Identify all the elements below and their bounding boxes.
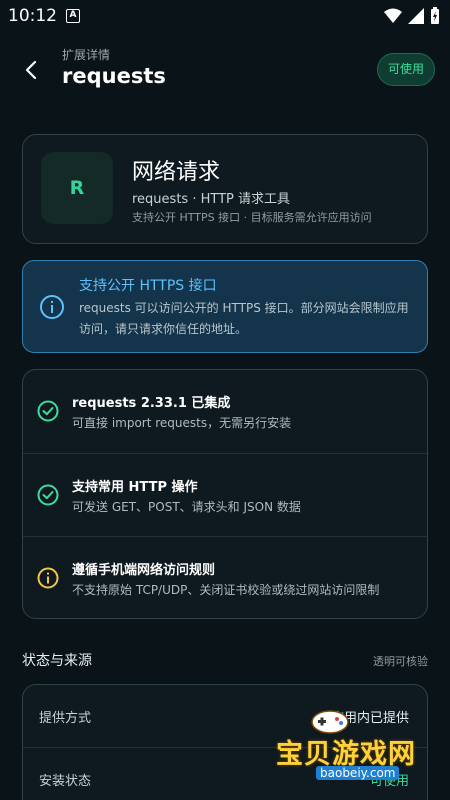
watermark-url: baobeiy.com: [316, 766, 400, 780]
feature-title: requests 2.33.1 已集成: [72, 396, 231, 411]
app-name: 网络请求: [132, 160, 221, 185]
row-label: 安装状态: [39, 774, 92, 789]
feature-title: 支持常用 HTTP 操作: [72, 480, 198, 495]
info-title: 支持公开 HTTPS 接口: [79, 278, 217, 294]
battery-icon: [431, 7, 439, 24]
info-text: requests 可以访问公开的 HTTPS 接口。部分网站会限制应用访问，请只…: [79, 301, 409, 336]
page-title: requests: [62, 64, 166, 88]
app-subtitle: requests · HTTP 请求工具: [132, 192, 290, 207]
info-circle-icon: [40, 295, 64, 319]
section-title: 状态与来源: [22, 653, 92, 669]
feature-description: 可直接 import requests，无需另行安装: [72, 416, 292, 430]
feature-list: requests 2.33.1 已集成 可直接 import requests，…: [22, 369, 428, 619]
info-banner: 支持公开 HTTPS 接口 requests 可以访问公开的 HTTPS 接口。…: [22, 260, 428, 353]
row-label: 提供方式: [39, 711, 92, 726]
check-circle-icon: [37, 400, 59, 422]
app-description: 支持公开 HTTPS 接口 · 目标服务需允许应用访问: [132, 211, 372, 224]
feature-description: 可发送 GET、POST、请求头和 JSON 数据: [72, 500, 301, 514]
status-icons: [384, 7, 440, 25]
section-note: 透明可核验: [373, 655, 428, 668]
signal-icon: [408, 8, 424, 24]
wifi-icon: [384, 8, 402, 23]
status-bar: 10:12 A: [0, 0, 450, 34]
chevron-left-icon: [25, 60, 37, 80]
feature-title: 遵循手机端网络访问规则: [72, 563, 216, 578]
feature-item: 遵循手机端网络访问规则 不支持原始 TCP/UDP、关闭证书校验或绕过网站访问限…: [23, 536, 427, 619]
back-button[interactable]: [20, 58, 44, 82]
check-circle-icon: [37, 484, 59, 506]
status-badge[interactable]: 可使用: [377, 53, 435, 86]
info-circle-icon: [37, 567, 59, 589]
feature-item: requests 2.33.1 已集成 可直接 import requests，…: [23, 370, 427, 453]
watermark: 宝贝游戏网 baobeiy.com: [276, 704, 446, 796]
status-time: 10:12: [8, 6, 57, 26]
page-subtitle: 扩展详情: [62, 48, 111, 62]
app-card: R 网络请求 requests · HTTP 请求工具 支持公开 HTTPS 接…: [22, 134, 428, 244]
notification-icon: A: [66, 9, 80, 23]
app-icon: R: [41, 152, 113, 224]
feature-item: 支持常用 HTTP 操作 可发送 GET、POST、请求头和 JSON 数据: [23, 453, 427, 536]
feature-description: 不支持原始 TCP/UDP、关闭证书校验或绕过网站访问限制: [72, 583, 380, 597]
